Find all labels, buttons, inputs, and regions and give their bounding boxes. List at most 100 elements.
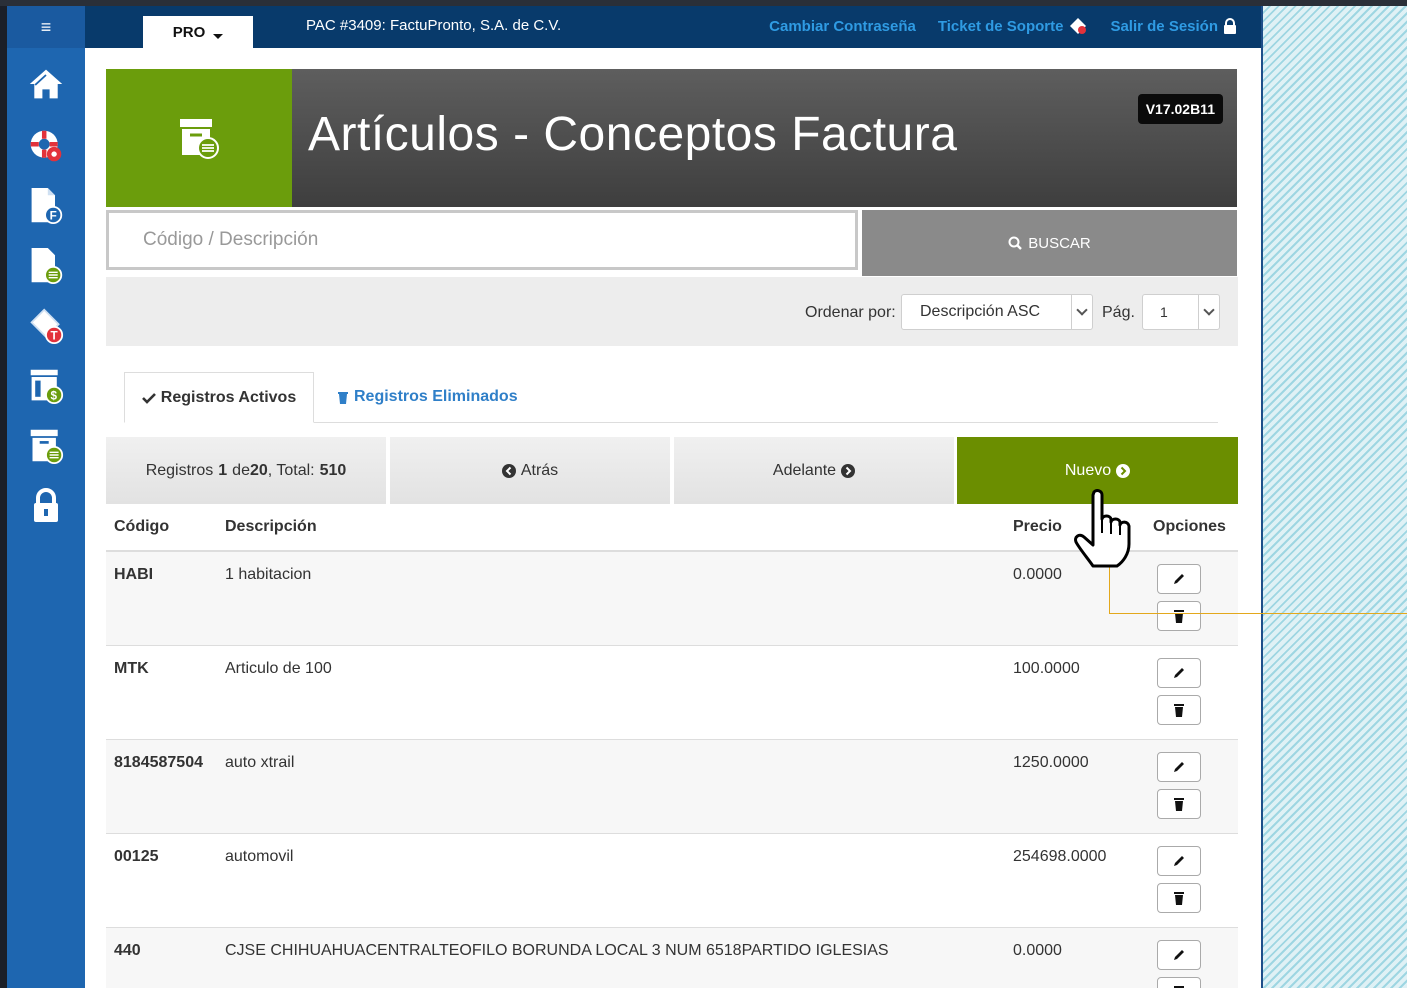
tab-deleted-records[interactable]: Registros Eliminados xyxy=(337,372,518,422)
menu-toggle-button[interactable]: ≡ xyxy=(7,6,85,48)
pencil-icon xyxy=(1174,762,1184,772)
version-badge: V17.02B11 xyxy=(1137,94,1223,124)
logout-link[interactable]: Salir de Sesión xyxy=(1110,17,1237,35)
column-header-description[interactable]: Descripción xyxy=(217,504,1005,552)
tab-deleted-records-label: Registros Eliminados xyxy=(354,388,518,405)
cell-code: 8184587504 xyxy=(106,739,217,834)
trash-icon xyxy=(1174,704,1184,717)
table-row: HABI 1 habitacion 0.0000 xyxy=(106,551,1238,646)
edit-button[interactable] xyxy=(1157,564,1201,594)
ticket-icon xyxy=(1070,18,1087,34)
delete-button[interactable] xyxy=(1157,789,1201,819)
support-ticket-link[interactable]: Ticket de Soporte xyxy=(938,17,1089,35)
annotation-line xyxy=(1109,613,1407,614)
articles-table: Código Descripción Precio Opciones HABI … xyxy=(106,504,1238,988)
pencil-icon xyxy=(1174,668,1184,678)
archive-catalog-icon xyxy=(180,119,219,159)
document-list-icon[interactable] xyxy=(28,244,64,288)
svg-text:F: F xyxy=(50,210,57,223)
records-count: Registros 1 de 20, Total: 510 xyxy=(106,437,386,504)
column-header-options: Opciones xyxy=(1145,504,1238,552)
tab-active-records-label: Registros Activos xyxy=(160,388,297,406)
column-header-code[interactable]: Código xyxy=(106,504,217,552)
tab-active-records[interactable]: Registros Activos xyxy=(124,372,314,423)
search-button[interactable]: BUSCAR xyxy=(862,210,1237,276)
support-ticket-label: Ticket de Soporte xyxy=(937,17,1064,35)
cell-description: automovil xyxy=(217,833,1005,928)
records-of: de xyxy=(232,461,250,479)
cell-price: 0.0000 xyxy=(1005,927,1145,988)
store-dollar-icon[interactable]: $ xyxy=(28,364,64,408)
cell-code: 00125 xyxy=(106,833,217,928)
check-icon xyxy=(141,392,156,404)
records-to: 20 xyxy=(249,461,268,479)
trash-icon xyxy=(338,392,348,404)
edit-button[interactable] xyxy=(1157,752,1201,782)
chevron-left-circle-icon xyxy=(501,463,516,478)
cell-options xyxy=(1145,927,1238,988)
trash-icon xyxy=(1174,610,1184,623)
page-select[interactable]: 1 xyxy=(1142,294,1220,330)
table-row: 00125 automovil 254698.0000 xyxy=(106,833,1238,928)
delete-button[interactable] xyxy=(1157,883,1201,913)
forward-button[interactable]: Adelante xyxy=(674,437,954,504)
search-button-label: BUSCAR xyxy=(1028,234,1091,252)
edit-button[interactable] xyxy=(1157,846,1201,876)
archive-catalog-icon[interactable] xyxy=(28,424,64,468)
cell-price: 254698.0000 xyxy=(1005,833,1145,928)
table-row: 440 CJSE CHIHUAHUACENTRALTEOFILO BORUNDA… xyxy=(106,927,1238,988)
svg-text:T: T xyxy=(51,330,59,343)
back-button[interactable]: Atrás xyxy=(390,437,670,504)
chevron-down-icon xyxy=(1198,295,1219,329)
invoice-f-icon[interactable]: F xyxy=(28,184,64,228)
search-input[interactable] xyxy=(106,210,858,270)
caret-down-icon xyxy=(213,33,224,39)
plan-label: PRO xyxy=(172,23,206,41)
cell-description: 1 habitacion xyxy=(217,551,1005,646)
cell-description: Articulo de 100 xyxy=(217,645,1005,740)
logout-label: Salir de Sesión xyxy=(1110,17,1218,35)
pac-company-label: PAC #3409: FactuPronto, S.A. de C.V. xyxy=(306,17,562,34)
chevron-right-circle-icon xyxy=(1116,463,1131,478)
trash-icon xyxy=(1174,892,1184,905)
sort-select[interactable]: Descripción ASC xyxy=(901,294,1093,330)
cell-description: CJSE CHIHUAHUACENTRALTEOFILO BORUNDA LOC… xyxy=(217,927,1005,988)
pencil-icon xyxy=(1174,950,1184,960)
delete-button[interactable] xyxy=(1157,695,1201,725)
cell-options xyxy=(1145,645,1238,740)
cell-options xyxy=(1145,833,1238,928)
back-label: Atrás xyxy=(520,461,559,479)
edit-button[interactable] xyxy=(1157,940,1201,970)
sort-label: Ordenar por: xyxy=(805,304,896,321)
lifebuoy-settings-icon[interactable] xyxy=(28,124,64,168)
plan-dropdown[interactable]: PRO xyxy=(143,16,253,48)
delete-button[interactable] xyxy=(1157,977,1201,988)
ticket-tag-icon[interactable]: T xyxy=(28,304,64,348)
table-row: 8184587504 auto xtrail 1250.0000 xyxy=(106,739,1238,834)
pencil-icon xyxy=(1174,856,1184,866)
delete-button[interactable] xyxy=(1157,601,1201,631)
table-row: MTK Articulo de 100 100.0000 xyxy=(106,645,1238,740)
home-icon[interactable] xyxy=(28,62,64,106)
sort-select-value: Descripción ASC xyxy=(920,303,1041,320)
total-label: , Total: xyxy=(267,461,315,479)
sidebar: ≡ F T $ xyxy=(7,6,85,988)
cell-options xyxy=(1145,739,1238,834)
lock-icon[interactable] xyxy=(28,484,64,528)
svg-text:$: $ xyxy=(51,390,58,403)
header-icon-panel xyxy=(106,69,292,207)
records-from: 1 xyxy=(218,461,228,479)
change-password-link[interactable]: Cambiar Contraseña xyxy=(769,17,916,35)
lock-small-icon xyxy=(1224,18,1236,34)
top-links: Cambiar Contraseña Ticket de Soporte Sal… xyxy=(769,17,1237,35)
trash-icon xyxy=(1174,798,1184,811)
cell-code: HABI xyxy=(106,551,217,646)
cell-code: 440 xyxy=(106,927,217,988)
search-icon xyxy=(1008,236,1023,250)
cell-description: auto xtrail xyxy=(217,739,1005,834)
top-bar: PRO PAC #3409: FactuPronto, S.A. de C.V.… xyxy=(85,6,1261,48)
records-total: 510 xyxy=(319,461,347,479)
edit-button[interactable] xyxy=(1157,658,1201,688)
cell-price: 100.0000 xyxy=(1005,645,1145,740)
page-header: Artículos - Conceptos Factura V17.02B11 xyxy=(106,69,1237,207)
